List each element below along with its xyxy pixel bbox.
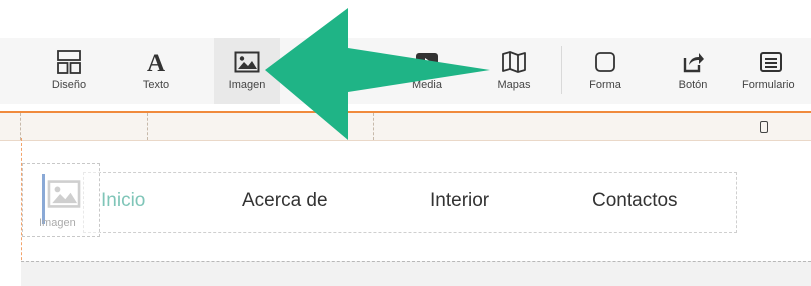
green-arrow-icon xyxy=(265,8,490,140)
